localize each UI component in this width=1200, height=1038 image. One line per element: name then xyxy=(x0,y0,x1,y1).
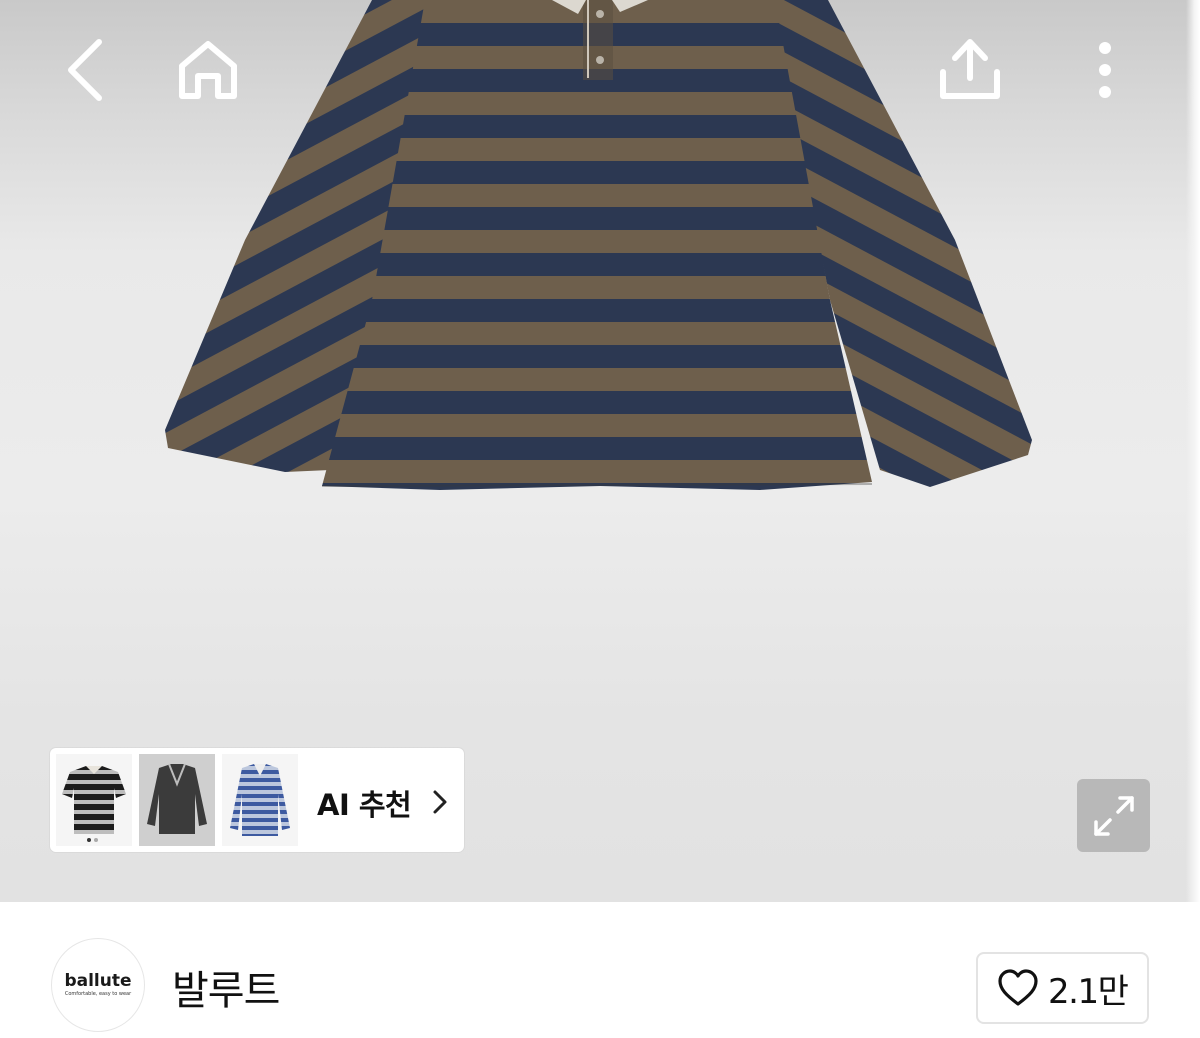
ai-recommend-label[interactable]: AI 추천 xyxy=(317,782,412,824)
thumb-black-striped-tee[interactable] xyxy=(56,754,132,846)
hero-edge xyxy=(1186,0,1200,902)
ai-recommend-panel[interactable]: AI 추천 xyxy=(50,748,464,852)
chevron-right-icon[interactable] xyxy=(430,788,450,816)
share-icon[interactable] xyxy=(925,28,1015,110)
like-count: 2.1만 xyxy=(1048,971,1129,1012)
brand-logo-tagline: Comfortable, easy to wear xyxy=(64,991,132,997)
brand-name[interactable]: 발루트 xyxy=(172,958,280,1016)
expand-icon xyxy=(1093,795,1134,836)
brand-logo-text: ballute xyxy=(64,971,132,991)
thumb-blue-striped-polo[interactable] xyxy=(222,754,298,846)
home-icon[interactable] xyxy=(165,30,250,110)
more-vertical-icon[interactable] xyxy=(1080,30,1130,110)
thumb-dark-half-zip[interactable] xyxy=(139,754,215,846)
expand-button[interactable] xyxy=(1077,779,1150,852)
like-button[interactable]: 2.1만 xyxy=(976,952,1149,1024)
heart-icon xyxy=(998,969,1038,1006)
brand-logo[interactable]: ballute Comfortable, easy to wear xyxy=(51,938,145,1032)
chevron-left-icon[interactable] xyxy=(50,30,120,110)
